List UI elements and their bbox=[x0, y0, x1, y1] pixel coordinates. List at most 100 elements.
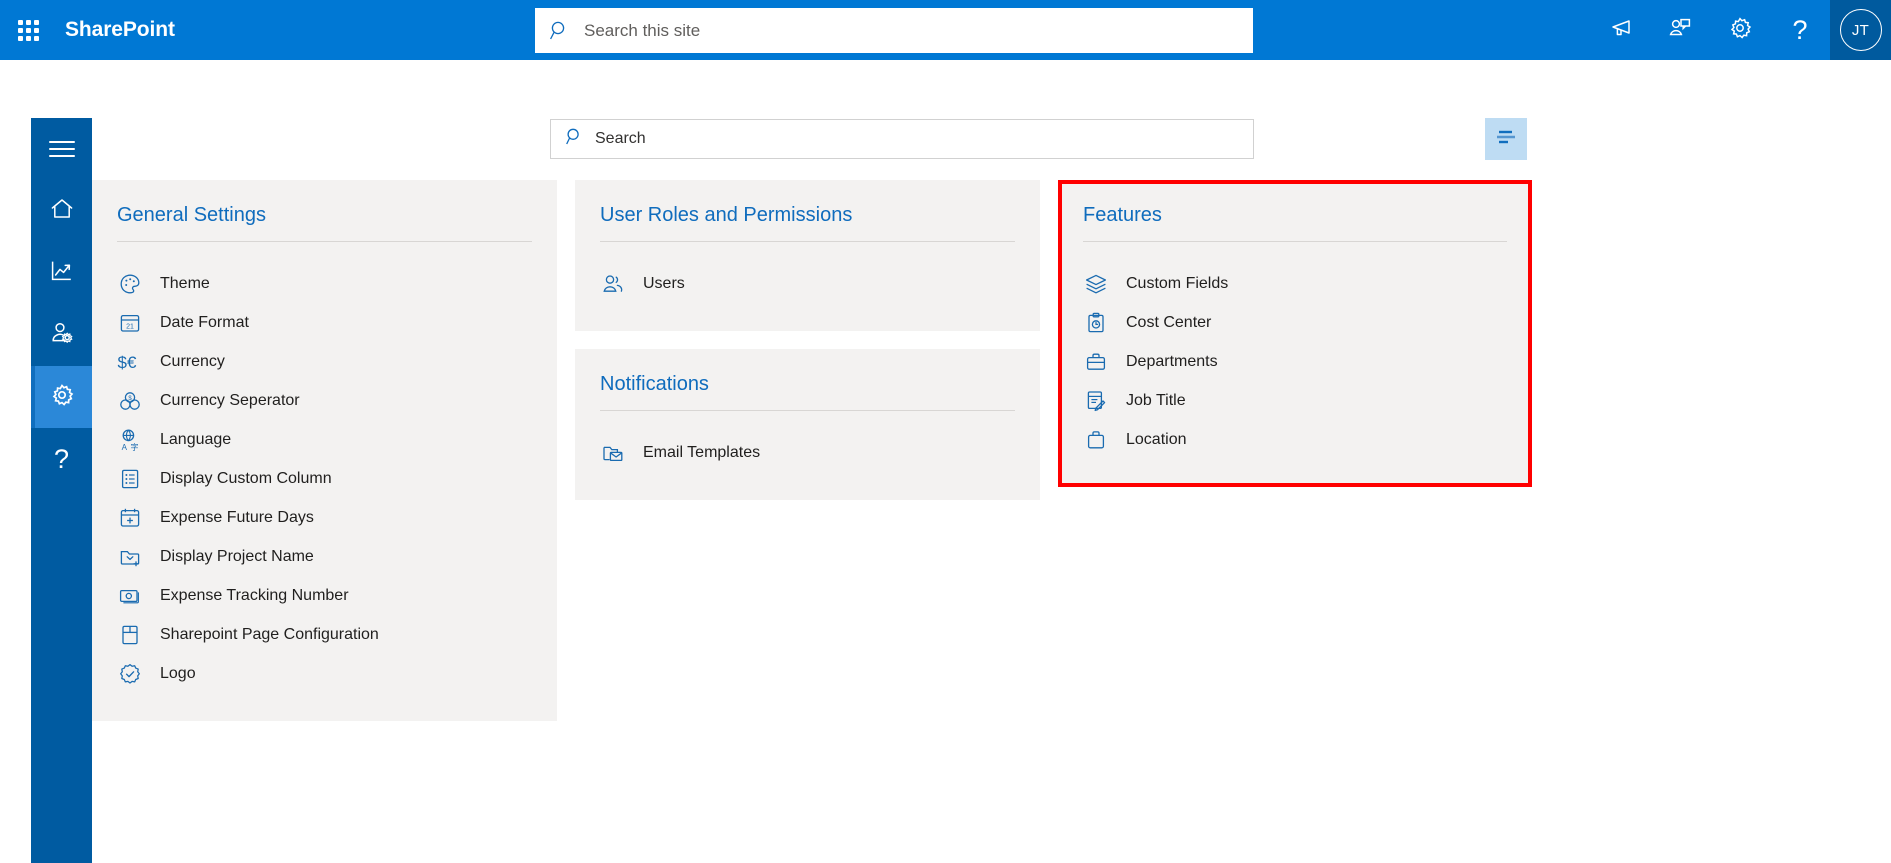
rail-item-help[interactable]: ? bbox=[31, 428, 92, 490]
site-search-input[interactable] bbox=[584, 20, 1204, 41]
settings-column-left: General Settings Theme 21 Date Format $€… bbox=[92, 180, 557, 721]
badge-check-icon bbox=[117, 661, 143, 687]
rail-item-settings[interactable] bbox=[31, 366, 92, 428]
meet-now-icon bbox=[1667, 15, 1693, 46]
card-item-list: Users bbox=[600, 264, 1015, 303]
rail-item-menu[interactable] bbox=[31, 118, 92, 180]
account-manager-button[interactable]: JT bbox=[1830, 0, 1891, 60]
translate-icon: A 字 bbox=[117, 427, 143, 453]
settings-item-expense-tracking-number[interactable]: Expense Tracking Number bbox=[117, 576, 532, 615]
settings-item-date-format[interactable]: 21 Date Format bbox=[117, 303, 532, 342]
app-launcher-icon bbox=[17, 19, 39, 41]
settings-item-theme[interactable]: Theme bbox=[117, 264, 532, 303]
rail-item-user-settings[interactable] bbox=[31, 304, 92, 366]
settings-item-sharepoint-page-configuration[interactable]: Sharepoint Page Configuration bbox=[117, 615, 532, 654]
document-edit-icon bbox=[1083, 388, 1109, 414]
page-search-input[interactable] bbox=[595, 130, 1225, 148]
clipboard-clock-icon bbox=[1083, 310, 1109, 336]
settings-item-label: Expense Tracking Number bbox=[160, 586, 349, 604]
settings-item-label: Display Custom Column bbox=[160, 469, 332, 487]
meet-now-button[interactable] bbox=[1650, 0, 1710, 60]
settings-item-label: Display Project Name bbox=[160, 547, 314, 565]
settings-item-currency[interactable]: $€ Currency bbox=[117, 342, 532, 381]
settings-item-job-title[interactable]: Job Title bbox=[1083, 381, 1507, 420]
user-settings-icon bbox=[49, 320, 75, 351]
card-divider bbox=[1083, 241, 1507, 242]
settings-item-email-templates[interactable]: Email Templates bbox=[600, 433, 1015, 472]
settings-item-label: Logo bbox=[160, 664, 196, 682]
settings-item-label: Date Format bbox=[160, 313, 249, 331]
rail-item-home[interactable] bbox=[31, 180, 92, 242]
app-launcher-button[interactable] bbox=[0, 0, 56, 60]
settings-item-logo[interactable]: Logo bbox=[117, 654, 532, 693]
filter-lines-icon bbox=[1494, 126, 1518, 153]
settings-item-users[interactable]: Users bbox=[600, 264, 1015, 303]
currency-icon: $€ bbox=[117, 349, 143, 375]
settings-item-label: Currency Seperator bbox=[160, 391, 300, 409]
settings-item-label: Expense Future Days bbox=[160, 508, 314, 526]
announcements-icon bbox=[1607, 15, 1633, 46]
card-divider bbox=[117, 241, 532, 242]
palette-icon bbox=[117, 271, 143, 297]
settings-item-label: Location bbox=[1126, 430, 1187, 448]
suite-action-group: ? bbox=[1590, 0, 1830, 60]
settings-item-cost-center[interactable]: Cost Center bbox=[1083, 303, 1507, 342]
settings-item-label: Email Templates bbox=[643, 443, 761, 461]
calendar-icon: 21 bbox=[117, 310, 143, 336]
briefcase-icon bbox=[1083, 349, 1109, 375]
settings-gear-icon bbox=[49, 382, 75, 413]
announcements-button[interactable] bbox=[1590, 0, 1650, 60]
settings-item-label: Departments bbox=[1126, 352, 1218, 370]
card-divider bbox=[600, 410, 1015, 411]
settings-item-label: Custom Fields bbox=[1126, 274, 1229, 292]
settings-item-label: Users bbox=[643, 274, 685, 292]
card-notifications: Notifications Email Templates bbox=[575, 349, 1040, 500]
card-features: Features Custom Fields Cost Center Depar… bbox=[1058, 180, 1532, 487]
settings-item-custom-fields[interactable]: Custom Fields bbox=[1083, 264, 1507, 303]
help-button[interactable]: ? bbox=[1770, 0, 1830, 60]
site-search-box[interactable] bbox=[535, 8, 1253, 53]
settings-item-label: Language bbox=[160, 430, 232, 448]
mail-folder-icon bbox=[600, 440, 626, 466]
search-icon bbox=[565, 127, 584, 151]
analytics-icon bbox=[49, 258, 75, 289]
settings-item-expense-future-days[interactable]: Expense Future Days bbox=[117, 498, 532, 537]
settings-gear-icon bbox=[1727, 15, 1753, 46]
settings-item-label: Cost Center bbox=[1126, 313, 1212, 331]
hamburger-menu-icon bbox=[48, 136, 75, 162]
settings-item-display-project-name[interactable]: Display Project Name bbox=[117, 537, 532, 576]
settings-column-middle: User Roles and Permissions Users Notific… bbox=[575, 180, 1040, 500]
card-general-settings: General Settings Theme 21 Date Format $€… bbox=[92, 180, 557, 721]
filter-button[interactable] bbox=[1485, 118, 1527, 160]
settings-item-departments[interactable]: Departments bbox=[1083, 342, 1507, 381]
rail-item-analytics[interactable] bbox=[31, 242, 92, 304]
svg-text:21: 21 bbox=[126, 323, 134, 330]
settings-item-currency-seperator[interactable]: $ Currency Seperator bbox=[117, 381, 532, 420]
help-icon: ? bbox=[53, 443, 70, 474]
calendar-add-icon bbox=[117, 505, 143, 531]
left-navigation-rail: ? bbox=[31, 118, 92, 863]
avatar: JT bbox=[1839, 9, 1882, 51]
settings-item-location[interactable]: Location bbox=[1083, 420, 1507, 459]
svg-text:字: 字 bbox=[131, 442, 139, 452]
card-title: General Settings bbox=[117, 204, 266, 226]
settings-item-label: Sharepoint Page Configuration bbox=[160, 625, 379, 643]
svg-text:$€: $€ bbox=[118, 353, 137, 372]
card-title: Features bbox=[1083, 204, 1162, 226]
search-icon bbox=[549, 20, 570, 41]
card-item-list: Custom Fields Cost Center Departments Jo… bbox=[1083, 264, 1507, 459]
settings-item-display-custom-column[interactable]: Display Custom Column bbox=[117, 459, 532, 498]
settings-button[interactable] bbox=[1710, 0, 1770, 60]
page-search-box[interactable] bbox=[550, 119, 1254, 159]
list-icon bbox=[117, 466, 143, 492]
layers-icon bbox=[1083, 271, 1109, 297]
card-title: User Roles and Permissions bbox=[600, 204, 853, 226]
card-user-roles-and-permissions: User Roles and Permissions Users bbox=[575, 180, 1040, 331]
coins-icon: $ bbox=[117, 388, 143, 414]
card-item-list: Email Templates bbox=[600, 433, 1015, 472]
settings-item-label: Currency bbox=[160, 352, 225, 370]
sharepoint-brand-label[interactable]: SharePoint bbox=[65, 18, 175, 42]
settings-item-language[interactable]: A 字 Language bbox=[117, 420, 532, 459]
settings-column-right: Features Custom Fields Cost Center Depar… bbox=[1058, 180, 1532, 487]
people-icon bbox=[600, 271, 626, 297]
